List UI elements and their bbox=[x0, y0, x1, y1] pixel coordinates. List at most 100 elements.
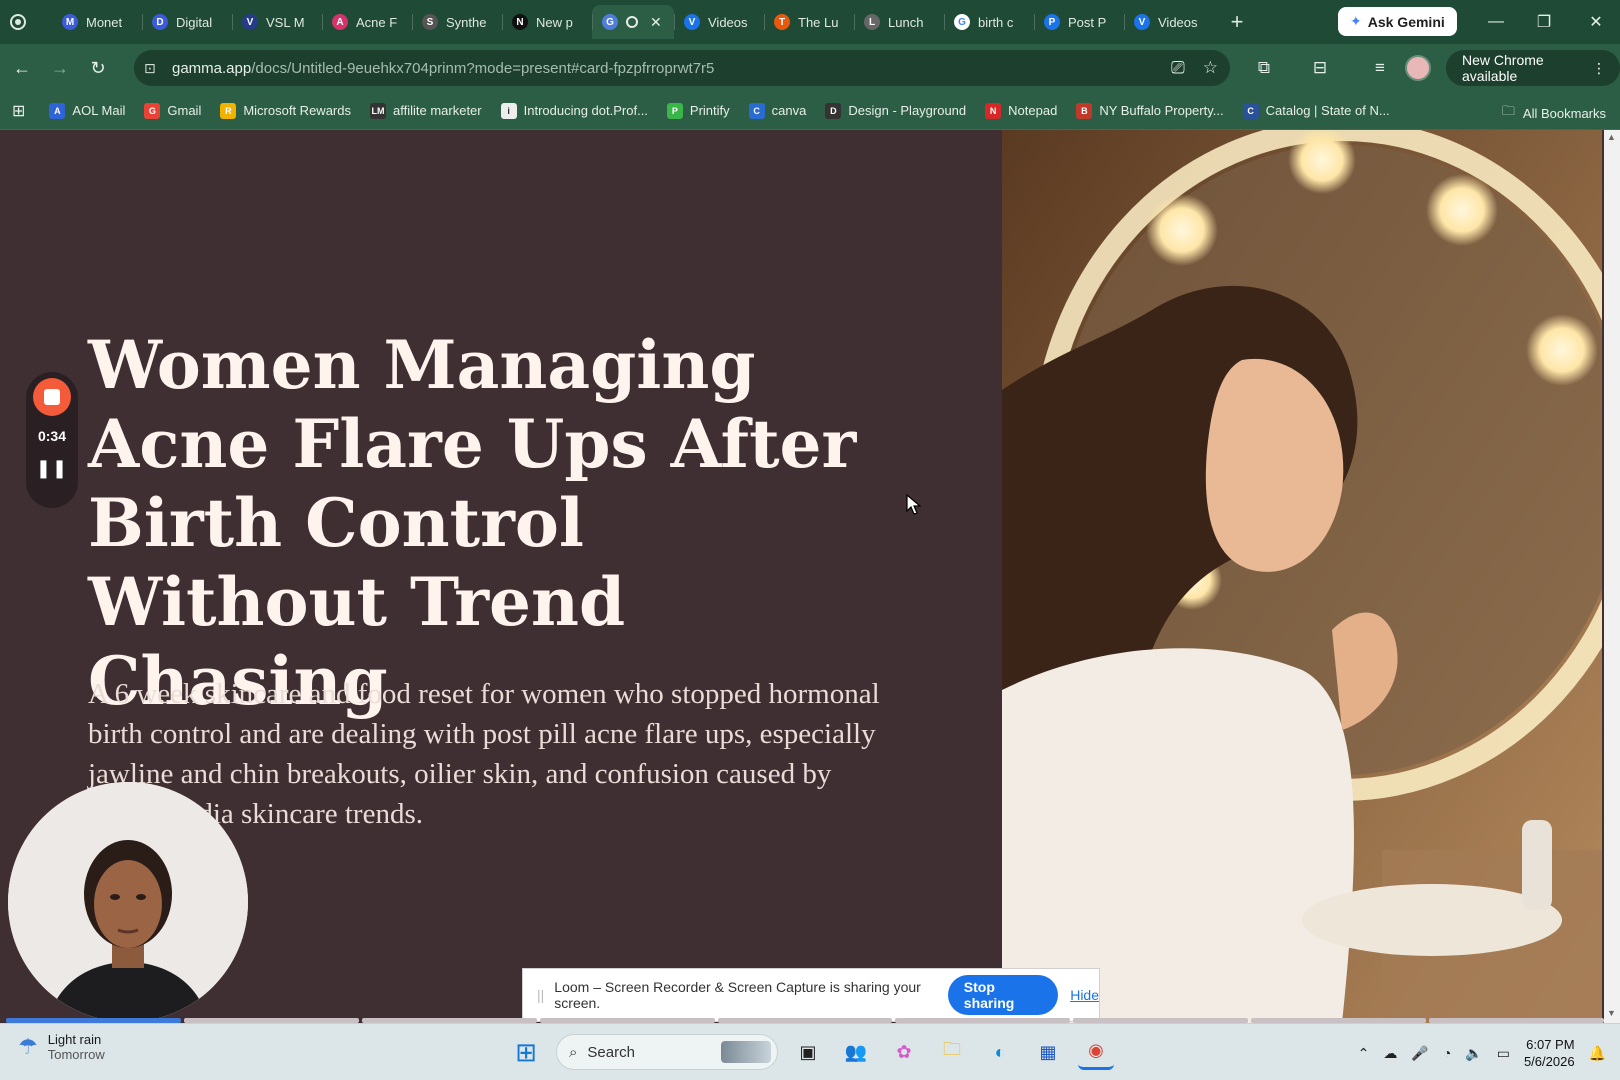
tab-title: Post P bbox=[1068, 14, 1107, 30]
bookmark-favicon-icon: A bbox=[49, 102, 66, 119]
cursor-arrow-icon bbox=[906, 493, 922, 515]
page-scrollbar[interactable]: ▲ ▼ bbox=[1604, 130, 1620, 1023]
tab-favicon-icon: V bbox=[684, 14, 700, 30]
bookmark-item[interactable]: LM affilite marketer bbox=[369, 102, 482, 119]
teams-icon[interactable]: 👥 bbox=[838, 1034, 874, 1070]
close-tab-icon[interactable]: ✕ bbox=[650, 14, 662, 31]
pause-icon[interactable]: ❚❚ bbox=[36, 458, 68, 479]
chevron-up-icon[interactable]: ⌃ bbox=[1358, 1045, 1370, 1062]
tab-favicon-icon: D bbox=[152, 14, 168, 30]
weather-condition: Light rain bbox=[47, 1032, 102, 1047]
sharing-message: Loom – Screen Recorder & Screen Capture … bbox=[554, 979, 921, 1011]
bookmark-item[interactable]: P Printify bbox=[666, 102, 730, 119]
address-bar[interactable]: ⊡ gamma.app/docs/Untitled-9euehkx704prin… bbox=[134, 50, 1230, 86]
microsoft-store-icon[interactable]: ▦ bbox=[1030, 1034, 1066, 1070]
bookmark-item[interactable]: C Catalog | State of N... bbox=[1242, 102, 1390, 119]
file-explorer-icon[interactable]: 🗀 bbox=[934, 1034, 970, 1070]
bookmark-item[interactable]: G Gmail bbox=[144, 102, 201, 119]
media-controls-icon[interactable]: ≡ bbox=[1366, 54, 1394, 82]
scroll-up-icon[interactable]: ▲ bbox=[1607, 132, 1616, 142]
wifi-icon[interactable]: ◔ bbox=[1443, 1045, 1451, 1061]
loom-stop-recording-button[interactable] bbox=[33, 378, 71, 416]
bookmark-label: AOL Mail bbox=[72, 103, 126, 118]
bookmark-label: canva bbox=[771, 103, 807, 118]
apps-grid-icon[interactable]: ⊞ bbox=[12, 101, 25, 121]
minimize-icon[interactable]: — bbox=[1472, 0, 1520, 44]
restore-icon[interactable]: ❐ bbox=[1520, 0, 1568, 44]
back-arrow-icon[interactable]: ← bbox=[6, 52, 38, 84]
tab-recording-indicator[interactable] bbox=[0, 5, 52, 39]
notification-bell-icon[interactable]: 🔔 bbox=[1589, 1045, 1606, 1062]
install-app-icon[interactable]: ⎚ bbox=[1171, 58, 1185, 78]
task-view-icon[interactable]: ▣ bbox=[790, 1034, 826, 1070]
microphone-icon[interactable]: 🎤 bbox=[1411, 1045, 1428, 1062]
extensions-puzzle-icon[interactable]: ⧉ bbox=[1250, 54, 1278, 82]
bookmark-item[interactable]: A AOL Mail bbox=[49, 102, 126, 119]
all-bookmarks-label: All Bookmarks bbox=[1522, 105, 1606, 121]
tab-0[interactable]: M Monet bbox=[52, 5, 142, 39]
weather-widget[interactable]: ☂ Light rain Tomorrow bbox=[18, 1032, 105, 1062]
tab-12[interactable]: V Videos bbox=[1124, 5, 1214, 39]
tab-search-icon[interactable]: ⊟ bbox=[1306, 54, 1334, 82]
stop-sharing-button[interactable]: Stop sharing bbox=[947, 975, 1059, 1015]
scroll-down-icon[interactable]: ▼ bbox=[1607, 1008, 1616, 1018]
url-path: /docs/Untitled-9euehkx704prinm?mode=pres… bbox=[251, 59, 715, 77]
tab-3[interactable]: A Acne F bbox=[322, 5, 412, 39]
ask-gemini-label: Ask Gemini bbox=[1367, 13, 1445, 30]
bookmark-item[interactable]: Ccanva bbox=[748, 102, 807, 119]
tab-favicon-icon: A bbox=[332, 14, 348, 30]
taskbar-search[interactable]: ⌕ Search bbox=[556, 1034, 778, 1070]
battery-icon[interactable]: ▭ bbox=[1497, 1045, 1510, 1062]
bookmark-item[interactable]: i Introducing dot.Prof... bbox=[500, 102, 648, 119]
tab-title: Synthe bbox=[446, 14, 487, 30]
bookmark-item[interactable]: R Microsoft Rewards bbox=[220, 102, 351, 119]
edge-browser-icon[interactable]: ◐ bbox=[982, 1034, 1018, 1070]
tab-6[interactable]: G ✕ bbox=[592, 5, 674, 39]
tab-favicon-icon: N bbox=[512, 14, 528, 30]
new-tab-button[interactable]: + bbox=[1222, 7, 1252, 37]
kebab-menu-icon[interactable]: ⋮ bbox=[1592, 60, 1606, 77]
new-chrome-available-button[interactable]: New Chrome available ⋮ bbox=[1446, 50, 1620, 86]
tab-favicon-icon: S bbox=[422, 14, 438, 30]
new-chrome-label: New Chrome available bbox=[1462, 52, 1544, 84]
tab-title: Lunch bbox=[888, 14, 924, 30]
bookmark-item[interactable]: N Notepad bbox=[985, 102, 1057, 119]
tab-4[interactable]: S Synthe bbox=[412, 5, 502, 39]
hide-link[interactable]: Hide bbox=[1070, 987, 1099, 1003]
chrome-taskbar-icon[interactable]: ◉ bbox=[1078, 1034, 1114, 1070]
bookmark-star-icon[interactable]: ☆ bbox=[1203, 58, 1218, 78]
close-window-icon[interactable]: ✕ bbox=[1572, 0, 1620, 44]
profile-avatar[interactable] bbox=[1405, 55, 1431, 81]
tab-favicon-icon: M bbox=[62, 14, 78, 30]
tab-2[interactable]: V VSL M bbox=[232, 5, 322, 39]
forward-arrow-icon[interactable]: → bbox=[44, 52, 76, 84]
browser-toolbar: ← → ↻ ⊡ gamma.app/docs/Untitled-9euehkx7… bbox=[0, 44, 1620, 92]
bookmark-favicon-icon: i bbox=[500, 102, 517, 119]
tab-11[interactable]: P Post P bbox=[1034, 5, 1124, 39]
reload-icon[interactable]: ↻ bbox=[82, 52, 114, 84]
bookmark-item[interactable]: B NY Buffalo Property... bbox=[1076, 102, 1224, 119]
ask-gemini-button[interactable]: ✦ Ask Gemini bbox=[1338, 7, 1457, 36]
windows-start-icon[interactable]: ⊞ bbox=[508, 1034, 544, 1070]
clock[interactable]: 6:07 PM 5/6/2026 bbox=[1524, 1036, 1575, 1070]
tab-title: Digital bbox=[176, 14, 213, 30]
tab-8[interactable]: T The Lu bbox=[764, 5, 854, 39]
bookmark-favicon-icon: R bbox=[220, 102, 237, 119]
copilot-icon[interactable]: ✿ bbox=[886, 1034, 922, 1070]
speaker-icon[interactable]: 🔈 bbox=[1465, 1045, 1482, 1062]
tab-title: VSL M bbox=[266, 14, 305, 30]
site-info-icon[interactable]: ⊡ bbox=[144, 60, 164, 77]
loom-camera-bubble[interactable] bbox=[8, 782, 248, 1022]
all-bookmarks-button[interactable]: 🗀 All Bookmarks bbox=[1502, 102, 1606, 124]
tab-5[interactable]: N New p bbox=[502, 5, 592, 39]
tab-7[interactable]: V Videos bbox=[674, 5, 764, 39]
tab-10[interactable]: Gbirth c bbox=[944, 5, 1034, 39]
tab-favicon-icon: P bbox=[1044, 14, 1060, 30]
bookmark-item[interactable]: D Design - Playground bbox=[825, 102, 966, 119]
drag-handle-icon[interactable]: || bbox=[537, 987, 544, 1003]
tab-9[interactable]: L Lunch bbox=[854, 5, 944, 39]
bookmark-label: Introducing dot.Prof... bbox=[523, 103, 648, 118]
tab-1[interactable]: D Digital bbox=[142, 5, 232, 39]
onedrive-icon[interactable]: ☁ bbox=[1383, 1045, 1397, 1062]
bookmark-label: Microsoft Rewards bbox=[243, 103, 351, 118]
